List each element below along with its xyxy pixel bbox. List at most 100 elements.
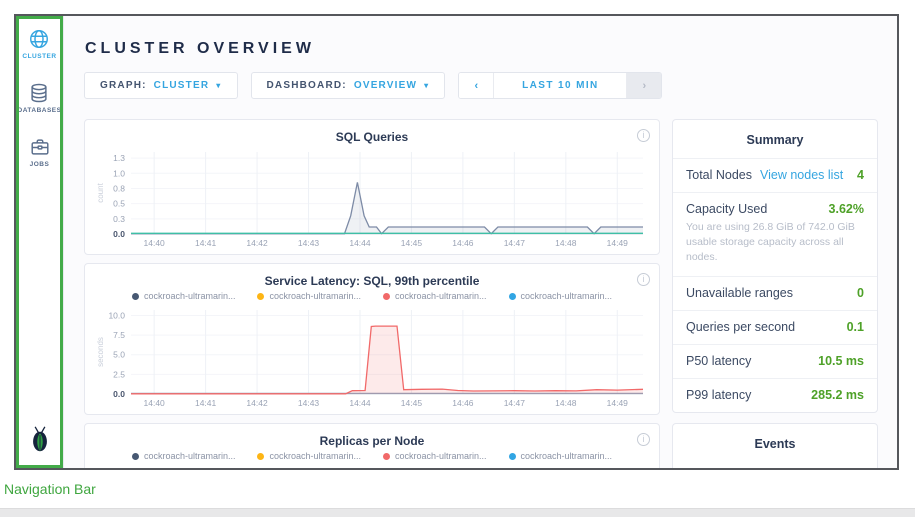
time-range-selector: ‹ LAST 10 MIN › xyxy=(458,72,662,99)
view-nodes-list-link[interactable]: View nodes list xyxy=(760,168,843,182)
summary-label: Queries per second xyxy=(686,320,795,334)
dashboard-dropdown-value: OVERVIEW xyxy=(354,80,417,91)
svg-text:14:48: 14:48 xyxy=(555,398,577,408)
svg-text:14:40: 14:40 xyxy=(144,238,166,248)
legend-item[interactable]: cockroach-ultramarin... xyxy=(509,291,613,301)
cockroach-logo[interactable] xyxy=(27,425,53,458)
legend-item[interactable]: cockroach-ultramarin... xyxy=(132,291,236,301)
dashboard-dropdown[interactable]: DASHBOARD: OVERVIEW ▾ xyxy=(251,72,446,99)
globe-icon xyxy=(28,28,50,50)
svg-text:14:43: 14:43 xyxy=(298,238,320,248)
dashboard-dropdown-label: DASHBOARD: xyxy=(267,80,347,91)
bottom-strip xyxy=(0,508,915,517)
info-icon[interactable] xyxy=(637,433,650,446)
summary-row-total-nodes: Total Nodes View nodes list 4 xyxy=(673,158,877,192)
summary-value: 3.62% xyxy=(829,202,864,216)
svg-text:0.0: 0.0 xyxy=(113,229,125,239)
legend-label: cockroach-ultramarin... xyxy=(395,291,487,301)
summary-label: P50 latency xyxy=(686,354,751,368)
toolbar: GRAPH: CLUSTER ▾ DASHBOARD: OVERVIEW ▾ ‹… xyxy=(84,72,897,99)
svg-text:14:45: 14:45 xyxy=(401,398,423,408)
summary-title: Summary xyxy=(673,120,877,158)
svg-text:14:41: 14:41 xyxy=(195,398,217,408)
charts-column: SQL Queries 14:4014:4114:4214:4314:4414:… xyxy=(84,119,660,468)
summary-row-queries-per-second: Queries per second 0.1 xyxy=(673,310,877,344)
graph-dropdown-value: CLUSTER xyxy=(154,80,210,91)
svg-text:0.5: 0.5 xyxy=(113,199,125,209)
service-latency-chart[interactable]: 14:4014:4114:4214:4314:4414:4514:4614:47… xyxy=(93,304,651,410)
database-icon xyxy=(28,82,50,104)
time-next-button[interactable]: › xyxy=(626,73,661,98)
summary-value: 285.2 ms xyxy=(811,388,864,402)
svg-text:14:46: 14:46 xyxy=(452,398,474,408)
page-title: CLUSTER OVERVIEW xyxy=(85,40,897,58)
sidebar-item-jobs[interactable]: JOBS xyxy=(29,136,51,168)
event-row[interactable]: Node Rejoined: Node 4 rej... 2 mins ago xyxy=(673,462,877,468)
svg-text:14:45: 14:45 xyxy=(401,238,423,248)
replicas-per-node-chart[interactable]: 14:4014:4114:4214:4314:4414:4514:4614:47… xyxy=(93,464,651,468)
legend-item[interactable]: cockroach-ultramarin... xyxy=(383,291,487,301)
chart-legend: cockroach-ultramarin... cockroach-ultrama… xyxy=(93,450,651,464)
legend-label: cockroach-ultramarin... xyxy=(521,291,613,301)
summary-panel: Summary Total Nodes View nodes list 4 Ca… xyxy=(672,119,878,413)
events-title: Events xyxy=(673,424,877,462)
svg-text:14:44: 14:44 xyxy=(349,398,371,408)
svg-text:0.3: 0.3 xyxy=(113,214,125,224)
legend-dot-icon xyxy=(132,453,139,460)
svg-text:14:44: 14:44 xyxy=(349,238,371,248)
info-icon[interactable] xyxy=(637,129,650,142)
summary-row-capacity-used: Capacity Used 3.62% You are using 26.8 G… xyxy=(673,192,877,276)
time-prev-button[interactable]: ‹ xyxy=(459,73,494,98)
svg-text:14:47: 14:47 xyxy=(504,398,526,408)
app-window: CLUSTER DATABASES JOBS xyxy=(14,14,899,470)
summary-label: Total Nodes xyxy=(686,168,752,182)
svg-text:14:42: 14:42 xyxy=(246,238,268,248)
legend-item[interactable]: cockroach-ultramarin... xyxy=(509,451,613,461)
legend-dot-icon xyxy=(257,293,264,300)
summary-value: 10.5 ms xyxy=(818,354,864,368)
graph-dropdown-label: GRAPH: xyxy=(100,80,147,91)
legend-label: cockroach-ultramarin... xyxy=(144,291,236,301)
legend-item[interactable]: cockroach-ultramarin... xyxy=(383,451,487,461)
chart-card-sql-queries: SQL Queries 14:4014:4114:4214:4314:4414:… xyxy=(84,119,660,255)
navigation-bar: CLUSTER DATABASES JOBS xyxy=(16,16,64,468)
graph-dropdown[interactable]: GRAPH: CLUSTER ▾ xyxy=(84,72,238,99)
svg-text:1.0: 1.0 xyxy=(113,168,125,178)
svg-text:0.0: 0.0 xyxy=(113,389,125,399)
briefcase-icon xyxy=(29,136,51,158)
svg-text:count: count xyxy=(96,182,105,202)
main-content: CLUSTER OVERVIEW GRAPH: CLUSTER ▾ DASHBO… xyxy=(64,16,897,468)
svg-text:14:43: 14:43 xyxy=(298,398,320,408)
summary-label: Capacity Used xyxy=(686,202,767,216)
sidebar-item-label: JOBS xyxy=(30,161,50,168)
sidebar-item-label: CLUSTER xyxy=(22,53,56,60)
legend-dot-icon xyxy=(383,293,390,300)
summary-value: 0 xyxy=(857,286,864,300)
svg-text:7.5: 7.5 xyxy=(113,330,125,340)
time-range-label[interactable]: LAST 10 MIN xyxy=(494,73,626,98)
sidebar-item-databases[interactable]: DATABASES xyxy=(18,82,62,114)
legend-item[interactable]: cockroach-ultramarin... xyxy=(257,451,361,461)
legend-dot-icon xyxy=(383,453,390,460)
summary-value: 4 xyxy=(857,168,864,182)
svg-text:1.3: 1.3 xyxy=(113,153,125,163)
svg-text:seconds: seconds xyxy=(96,337,105,367)
info-icon[interactable] xyxy=(637,273,650,286)
svg-text:14:48: 14:48 xyxy=(555,238,577,248)
sql-queries-chart[interactable]: 14:4014:4114:4214:4314:4414:4514:4614:47… xyxy=(93,146,651,250)
svg-text:14:41: 14:41 xyxy=(195,238,217,248)
annotation-label: Navigation Bar xyxy=(4,481,96,497)
svg-text:2.5: 2.5 xyxy=(113,369,125,379)
legend-label: cockroach-ultramarin... xyxy=(521,451,613,461)
legend-item[interactable]: cockroach-ultramarin... xyxy=(257,291,361,301)
legend-label: cockroach-ultramarin... xyxy=(144,451,236,461)
events-panel: Events Node Rejoined: Node 4 rej... 2 mi… xyxy=(672,423,878,468)
page: CLUSTER DATABASES JOBS xyxy=(0,0,915,517)
svg-text:5.0: 5.0 xyxy=(113,350,125,360)
summary-value: 0.1 xyxy=(847,320,864,334)
sidebar-item-cluster[interactable]: CLUSTER xyxy=(22,28,56,60)
chart-legend: cockroach-ultramarin... cockroach-ultrama… xyxy=(93,290,651,304)
svg-text:14:49: 14:49 xyxy=(607,398,629,408)
summary-label: Unavailable ranges xyxy=(686,286,793,300)
legend-item[interactable]: cockroach-ultramarin... xyxy=(132,451,236,461)
